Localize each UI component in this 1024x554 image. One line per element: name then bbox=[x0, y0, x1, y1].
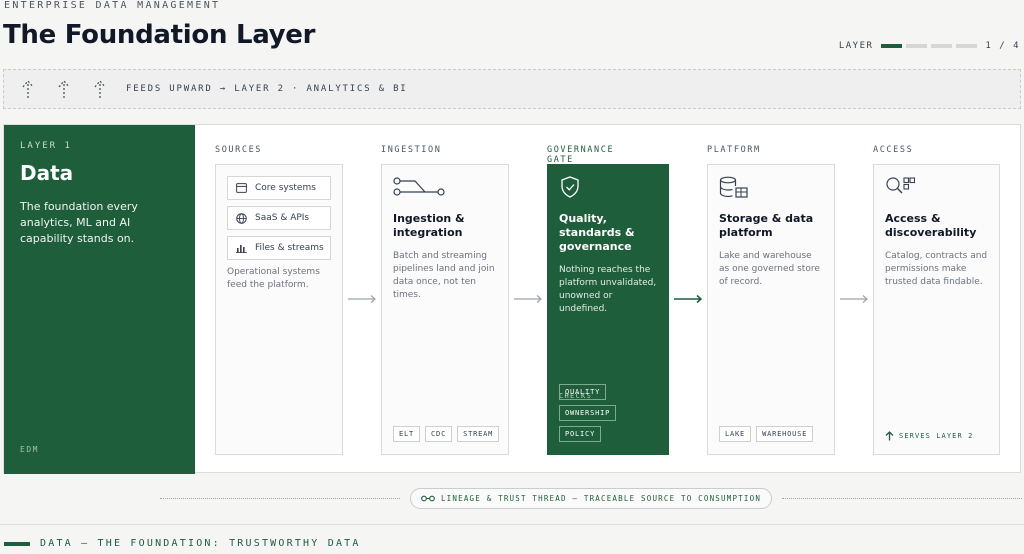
source-item[interactable]: Core systems bbox=[227, 176, 331, 200]
access-card: Access & discoverability Catalog, contra… bbox=[873, 164, 1000, 455]
ingestion-card: Ingestion & integration Batch and stream… bbox=[381, 164, 509, 455]
tag-warehouse: WAREHOUSE bbox=[756, 426, 814, 442]
flow-arrow-icon bbox=[348, 295, 376, 303]
ingestion-title: Ingestion & integration bbox=[393, 212, 465, 239]
database-table-icon bbox=[719, 176, 748, 198]
sources-card: Core systems SaaS & APIs Files & streams… bbox=[215, 164, 343, 455]
pager-segment-1[interactable] bbox=[881, 44, 903, 48]
source-item-label: SaaS & APIs bbox=[255, 213, 310, 223]
footer-caption: DATA — THE FOUNDATION: TRUSTWORTHY DATA bbox=[40, 538, 361, 549]
arrow-up-icon bbox=[885, 431, 894, 441]
source-item-label: Files & streams bbox=[255, 243, 324, 253]
arrow-up-dashed-icon bbox=[58, 79, 70, 98]
column-heading: INGESTION bbox=[381, 145, 442, 155]
tag-elt: ELT bbox=[393, 426, 421, 442]
layer-panel: LAYER 1 Data The foundation every analyt… bbox=[3, 124, 1021, 474]
layer-description: The foundation every analytics, ML and A… bbox=[20, 200, 138, 245]
thread-line-right bbox=[782, 498, 1022, 499]
lineage-thread-pill[interactable]: LINEAGE & TRUST THREAD — TRACEABLE SOURC… bbox=[410, 488, 772, 509]
platform-body: Lake and warehouse as one governed store… bbox=[719, 251, 820, 287]
governance-tags: QUALITY OWNERSHIP POLICY bbox=[559, 384, 663, 442]
arrow-up-dashed-icon bbox=[94, 79, 106, 98]
arrow-up-dashed-icon bbox=[22, 79, 34, 98]
governance-body: Nothing reaches the platform unvalidated… bbox=[559, 265, 657, 314]
governance-card: Quality, standards & governance Nothing … bbox=[547, 164, 669, 455]
shield-check-icon bbox=[561, 176, 579, 198]
tag-ownership: OWNERSHIP bbox=[559, 405, 617, 421]
bars-icon bbox=[236, 245, 247, 253]
column-heading: SOURCES bbox=[215, 145, 263, 155]
source-item-label: Core systems bbox=[255, 183, 316, 193]
tag-quality: QUALITY bbox=[559, 384, 607, 400]
access-body: Catalog, contracts and permissions make … bbox=[885, 251, 988, 287]
ingestion-body: Batch and streaming pipelines land and j… bbox=[393, 251, 495, 300]
tag-policy: POLICY bbox=[559, 426, 602, 442]
window-icon bbox=[236, 183, 247, 193]
layer-pager[interactable]: LAYER 1 / 4 bbox=[839, 41, 1020, 51]
feeds-text: FEEDS UPWARD → LAYER 2 · ANALYTICS & BI bbox=[126, 84, 408, 94]
pager-count: 1 / 4 bbox=[985, 41, 1020, 51]
flow-arrow-icon bbox=[514, 295, 542, 303]
pager-segment-3[interactable] bbox=[931, 44, 953, 48]
search-catalog-icon bbox=[886, 177, 916, 194]
layer-card: LAYER 1 Data The foundation every analyt… bbox=[4, 125, 195, 474]
serves-text: SERVES LAYER 2 bbox=[899, 432, 974, 440]
serves-layer-link[interactable]: SERVES LAYER 2 bbox=[885, 431, 973, 441]
tag-cdc: CDC bbox=[425, 426, 453, 442]
pager-label: LAYER bbox=[838, 41, 874, 51]
column-heading: ACCESS bbox=[873, 145, 914, 155]
source-item[interactable]: SaaS & APIs bbox=[227, 206, 331, 230]
pipeline-icon bbox=[393, 177, 445, 196]
footer-accent-bar bbox=[4, 542, 30, 546]
page-title: The Foundation Layer bbox=[3, 20, 316, 50]
tag-lake: LAKE bbox=[719, 426, 752, 442]
column-heading: PLATFORM bbox=[707, 145, 761, 155]
link-icon bbox=[421, 495, 435, 502]
flow-arrow-icon bbox=[840, 295, 868, 303]
governance-title: Quality, standards & governance bbox=[559, 212, 635, 253]
access-title: Access & discoverability bbox=[885, 212, 977, 239]
source-item[interactable]: Files & streams bbox=[227, 236, 331, 260]
ingestion-tags: ELT CDC STREAM bbox=[393, 426, 501, 442]
column-heading: GOVERNANCE GATE bbox=[547, 145, 615, 165]
globe-icon bbox=[236, 212, 247, 224]
pager-segment-4[interactable] bbox=[956, 44, 978, 48]
platform-card: Storage & data platform Lake and warehou… bbox=[707, 164, 835, 455]
eyebrow: ENTERPRISE DATA MANAGEMENT bbox=[4, 0, 221, 11]
tag-stream: STREAM bbox=[457, 426, 500, 442]
thread-text: LINEAGE & TRUST THREAD — TRACEABLE SOURC… bbox=[440, 494, 762, 503]
thread-line-left bbox=[160, 498, 400, 499]
platform-tags: LAKE WAREHOUSE bbox=[719, 426, 827, 442]
sources-body: Operational systems feed the platform. bbox=[227, 267, 320, 290]
layer-name: Data bbox=[20, 161, 74, 185]
layer-footer: EDM bbox=[20, 445, 39, 454]
pager-segment-2[interactable] bbox=[906, 44, 928, 48]
layer-kicker: LAYER 1 bbox=[20, 141, 72, 151]
footer-divider bbox=[0, 524, 1024, 525]
platform-title: Storage & data platform bbox=[719, 212, 814, 239]
feeds-upward-banner: FEEDS UPWARD → LAYER 2 · ANALYTICS & BI bbox=[3, 69, 1021, 109]
flow-arrow-icon bbox=[674, 294, 703, 304]
